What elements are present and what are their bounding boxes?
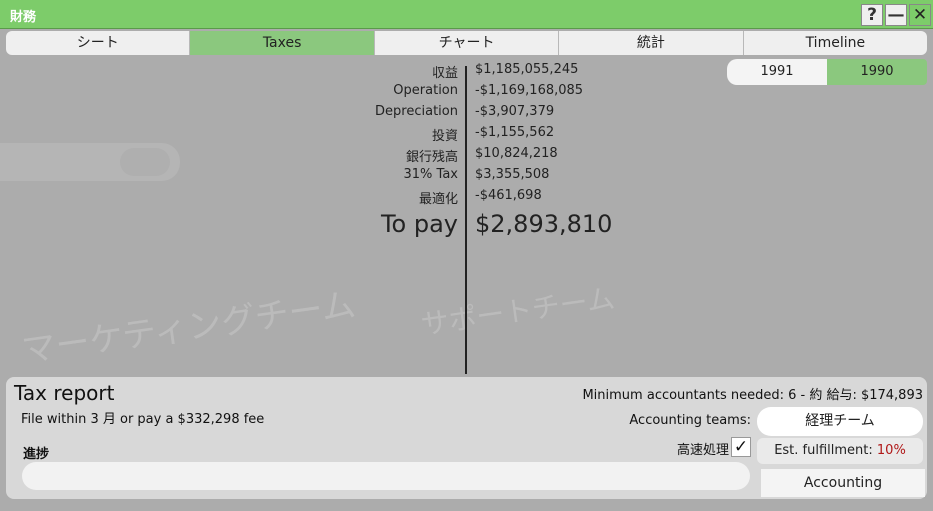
est-fulfillment-label: Est. fulfillment:: [774, 443, 873, 458]
accounting-team-button[interactable]: 経理チーム: [757, 407, 923, 436]
close-button[interactable]: ✕: [909, 4, 931, 26]
title-bar[interactable]: 財務 ? — ✕: [0, 0, 933, 29]
tax-row-value: -$1,155,562: [475, 125, 555, 140]
min-accountants-text: Minimum accountants needed: 6 - 約 給与: $1…: [582, 388, 923, 403]
to-pay-value: $2,893,810: [475, 210, 613, 238]
tax-row-value: -$1,169,168,085: [475, 83, 584, 98]
check-icon: ✓: [733, 437, 749, 457]
tax-row-label: Operation: [393, 83, 458, 98]
est-fulfillment-value: 10%: [876, 443, 906, 458]
background-ghost-text: サポートチーム: [418, 281, 617, 342]
column-divider: [465, 66, 467, 374]
tab-timeline[interactable]: Timeline: [743, 31, 928, 55]
background-ghost-text: マーケティングチーム: [19, 284, 358, 372]
tax-row-value: $3,355,508: [475, 167, 550, 182]
tax-row-value: $1,185,055,245: [475, 62, 579, 77]
report-subtitle: File within 3 月 or pay a $332,298 fee: [21, 412, 265, 427]
accounting-teams-label: Accounting teams:: [629, 413, 751, 428]
tax-row-label: 銀行残高: [405, 150, 458, 165]
tax-row-label: 投資: [431, 129, 458, 144]
tab-bar: シート Taxes チャート 統計 Timeline: [6, 31, 928, 55]
to-pay-label: To pay: [380, 210, 458, 238]
tax-row-label: 31% Tax: [403, 167, 458, 182]
progress-bar: [22, 462, 750, 490]
report-title: Tax report: [14, 381, 115, 405]
window-title: 財務: [10, 10, 37, 25]
tax-row-value: -$461,698: [475, 188, 542, 203]
fast-processing-checkbox[interactable]: ✓: [731, 437, 751, 457]
help-button[interactable]: ?: [861, 4, 883, 26]
tab-sheet[interactable]: シート: [6, 31, 191, 55]
tax-row-label: 収益: [431, 66, 458, 81]
accounting-button[interactable]: Accounting: [761, 469, 925, 497]
est-fulfillment: Est. fulfillment: 10%: [757, 438, 923, 464]
tax-row-value: $10,824,218: [475, 146, 558, 161]
tab-chart[interactable]: チャート: [374, 31, 560, 55]
tax-report-panel: Tax report File within 3 月 or pay a $332…: [6, 377, 927, 499]
fast-processing-label: 高速処理: [676, 443, 729, 458]
progress-label: 進捗: [23, 447, 50, 462]
finance-window: 財務 ? — ✕ シート Taxes チャート 統計 Timeline 1991…: [0, 0, 933, 511]
tax-row-label: 最適化: [418, 192, 458, 207]
tax-row-label: Depreciation: [375, 104, 458, 119]
tab-stats[interactable]: 統計: [559, 31, 744, 55]
tax-row-value: -$3,907,379: [475, 104, 555, 119]
tab-taxes[interactable]: Taxes: [190, 31, 375, 55]
minimize-button[interactable]: —: [885, 4, 907, 26]
